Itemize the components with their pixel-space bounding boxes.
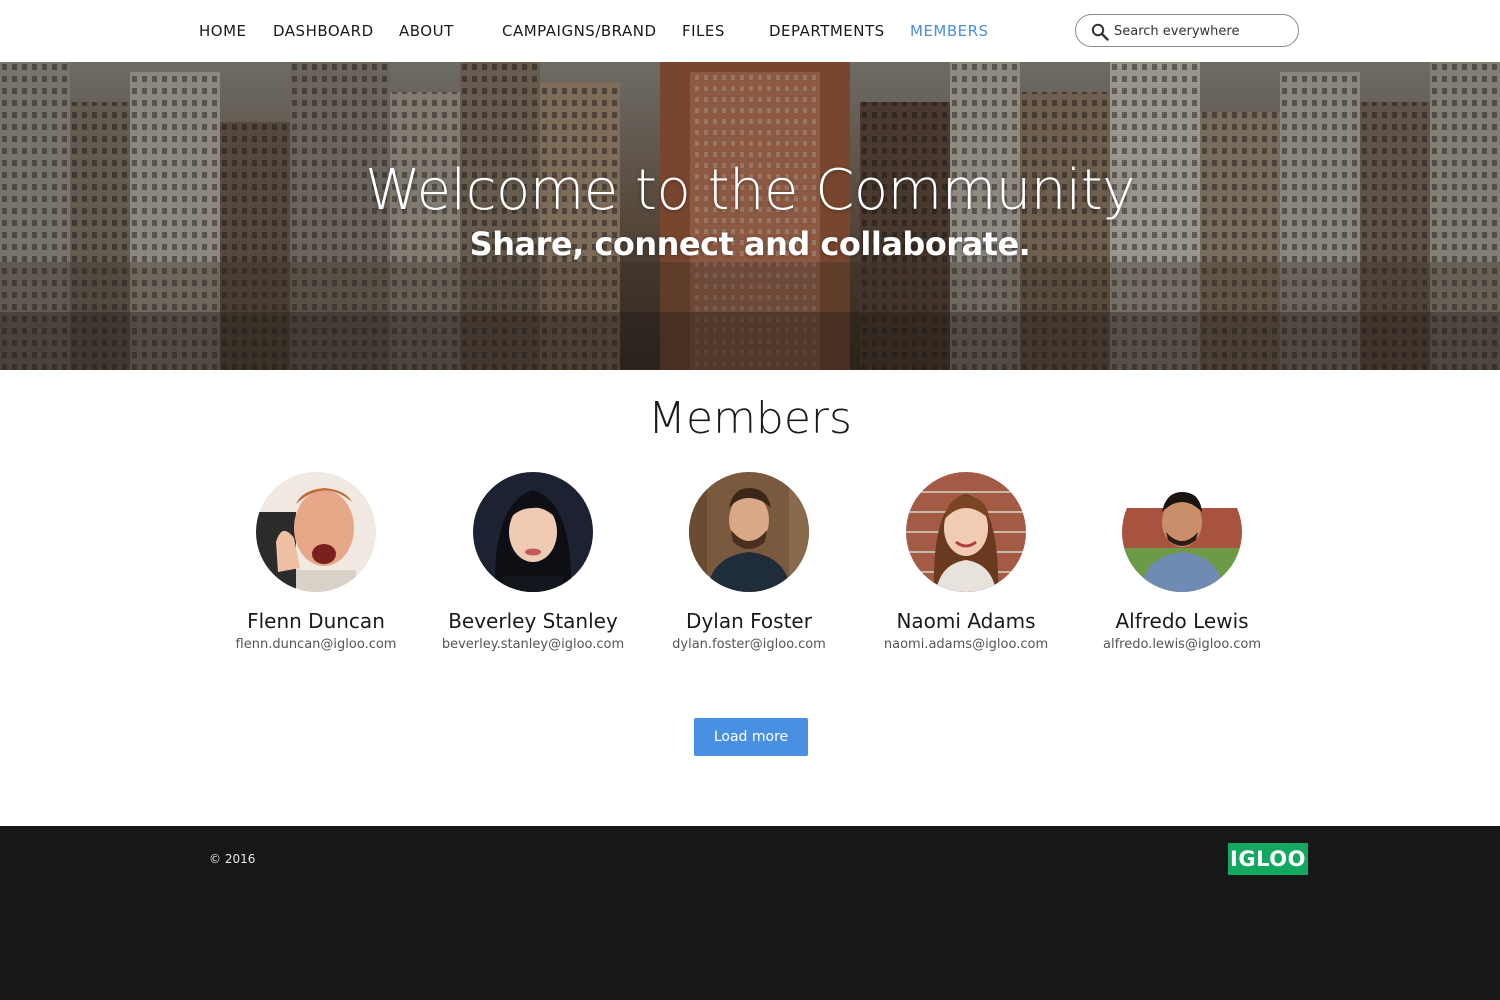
- member-card: Alfredo Lewis alfredo.lewis@igloo.com: [1072, 472, 1292, 654]
- hero-banner: Welcome to the Community Share, connect …: [0, 62, 1500, 370]
- member-email[interactable]: dylan.foster@igloo.com: [639, 636, 859, 654]
- member-name[interactable]: Alfredo Lewis: [1072, 608, 1292, 634]
- footer: © 2016 IGLOO: [0, 826, 1500, 1000]
- member-name[interactable]: Flenn Duncan: [206, 608, 426, 634]
- member-avatar[interactable]: [473, 472, 593, 592]
- search-input[interactable]: [1114, 20, 1290, 42]
- copyright-text: © 2016: [209, 852, 256, 866]
- member-card: Dylan Foster dylan.foster@igloo.com: [639, 472, 859, 654]
- igloo-logo[interactable]: IGLOO: [1228, 843, 1308, 875]
- member-email[interactable]: naomi.adams@igloo.com: [856, 636, 1076, 654]
- hero-title: Welcome to the Community: [365, 158, 1135, 223]
- hero-subtitle: Share, connect and collaborate.: [469, 225, 1031, 263]
- nav-item-about[interactable]: ABOUT: [399, 21, 454, 41]
- search-icon[interactable]: [1091, 23, 1109, 41]
- nav-item-campaigns-brand[interactable]: CAMPAIGNS/BRAND: [502, 21, 657, 41]
- top-navigation: HOME DASHBOARD ABOUT CAMPAIGNS/BRAND FIL…: [0, 0, 1500, 62]
- member-email[interactable]: alfredo.lewis@igloo.com: [1072, 636, 1292, 654]
- member-card: Beverley Stanley beverley.stanley@igloo.…: [423, 472, 643, 654]
- nav-item-dashboard[interactable]: DASHBOARD: [273, 21, 374, 41]
- nav-item-home[interactable]: HOME: [199, 21, 247, 41]
- member-avatar[interactable]: [256, 472, 376, 592]
- member-card: Naomi Adams naomi.adams@igloo.com: [856, 472, 1076, 654]
- search-box[interactable]: [1075, 14, 1299, 47]
- nav-item-files[interactable]: FILES: [682, 21, 725, 41]
- member-avatar[interactable]: [1122, 472, 1242, 592]
- nav-item-departments[interactable]: DEPARTMENTS: [769, 21, 885, 41]
- member-card: Flenn Duncan flenn.duncan@igloo.com: [206, 472, 426, 654]
- member-name[interactable]: Naomi Adams: [856, 608, 1076, 634]
- member-email[interactable]: flenn.duncan@igloo.com: [206, 636, 426, 654]
- member-email[interactable]: beverley.stanley@igloo.com: [423, 636, 643, 654]
- member-name[interactable]: Beverley Stanley: [423, 608, 643, 634]
- member-avatar[interactable]: [689, 472, 809, 592]
- nav-item-members[interactable]: MEMBERS: [910, 21, 989, 41]
- member-name[interactable]: Dylan Foster: [639, 608, 859, 634]
- member-avatar[interactable]: [906, 472, 1026, 592]
- members-title: Members: [648, 393, 852, 444]
- load-more-button[interactable]: Load more: [694, 718, 808, 756]
